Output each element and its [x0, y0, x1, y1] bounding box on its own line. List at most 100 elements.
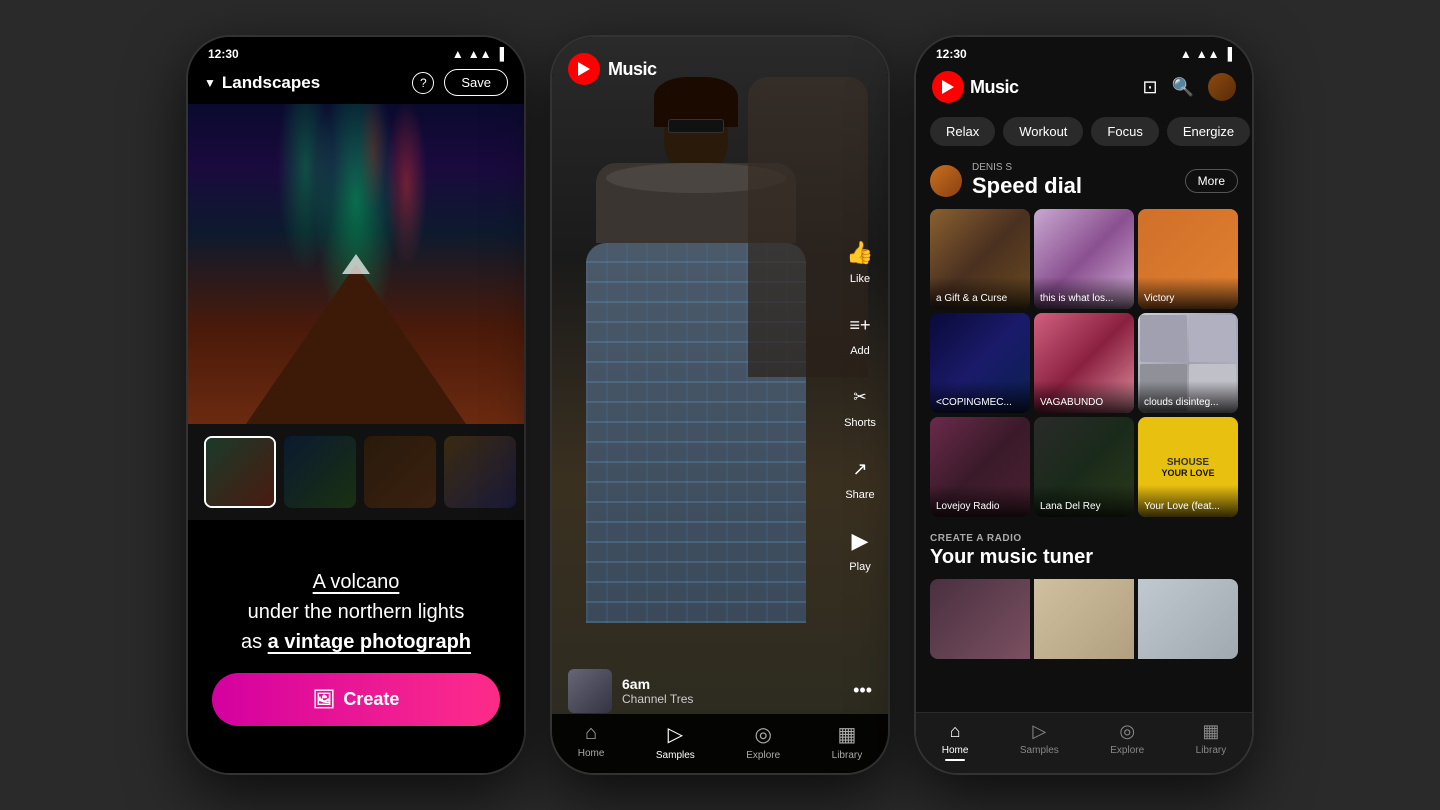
sd-label-2: this is what los...: [1034, 277, 1134, 309]
thumbnail-strip: [188, 424, 524, 520]
sd-item-8[interactable]: Lana Del Rey: [1034, 417, 1134, 517]
samples-icon: ▷: [668, 722, 683, 747]
nav-library-3[interactable]: ▦ Library: [1196, 721, 1227, 761]
shorts-action[interactable]: ✂ Shorts: [844, 381, 876, 429]
sd-item-6[interactable]: clouds disinteg...: [1138, 313, 1238, 413]
nav-explore-label-3: Explore: [1110, 745, 1144, 756]
library-icon-3: ▦: [1202, 721, 1219, 742]
radio-thumb-1: [930, 579, 1030, 659]
thumbnail-1[interactable]: [204, 436, 276, 508]
play-icon: ▶: [844, 525, 876, 557]
user-avatar-small: [930, 165, 962, 197]
image-create-icon: 🖼: [313, 689, 336, 710]
nav-samples-2[interactable]: ▷ Samples: [656, 722, 695, 761]
radio-thumb-3: [1138, 579, 1238, 659]
cast-icon[interactable]: ⊡: [1142, 77, 1157, 98]
nav-library-label-3: Library: [1196, 745, 1227, 756]
p3-header: Music ⊡ 🔍: [916, 65, 1252, 111]
p3-bottom-nav: ⌂ Home ▷ Samples ◎ Explore ▦ Library: [916, 712, 1252, 773]
more-button[interactable]: More: [1185, 169, 1238, 193]
play-action[interactable]: ▶ Play: [844, 525, 876, 573]
section-title-speed-dial: Speed dial: [972, 173, 1175, 199]
track-info: 6am Channel Tres: [568, 669, 808, 713]
status-bar-2: 12:30 ▲▲▐: [552, 37, 888, 65]
sd-label-6: clouds disinteg...: [1138, 381, 1238, 413]
chip-focus[interactable]: Focus: [1091, 117, 1158, 146]
thumbnail-4[interactable]: [444, 436, 516, 508]
speed-dial-header: DENIS S Speed dial More: [930, 162, 1238, 199]
play-label: Play: [849, 561, 870, 573]
ai-generated-image: [188, 104, 524, 424]
status-time-3: 12:30: [936, 47, 967, 61]
sd-item-1[interactable]: a Gift & a Curse: [930, 209, 1030, 309]
battery-icon-3: ▐: [1223, 47, 1232, 61]
phone-2-yt-music-video: 12:30 ▲▲▐ Music: [550, 35, 890, 775]
status-time-1: 12:30: [208, 47, 239, 61]
add-icon: ≡+: [844, 309, 876, 341]
radio-section-title: Your music tuner: [930, 546, 1238, 569]
status-icons-1: ▲ ▲▲ ▐: [452, 47, 504, 61]
save-button[interactable]: Save: [444, 69, 508, 96]
radio-section: CREATE A RADIO Your music tuner: [916, 527, 1252, 669]
shorts-icon: ✂: [844, 381, 876, 413]
wifi-icon-3: ▲: [1180, 47, 1192, 61]
explore-icon-3: ◎: [1119, 721, 1135, 742]
sd-label-4: <COPINGMEC...: [930, 381, 1030, 413]
nav-library-label-2: Library: [832, 750, 863, 761]
nav-home-label-3: Home: [942, 745, 969, 756]
video-actions: 👍 Like ≡+ Add ✂ Shorts ↗ Share: [844, 237, 876, 573]
chip-workout[interactable]: Workout: [1003, 117, 1083, 146]
shorts-label: Shorts: [844, 417, 876, 429]
sd-item-4[interactable]: <COPINGMEC...: [930, 313, 1030, 413]
sd-label-1: a Gift & a Curse: [930, 277, 1030, 309]
chip-energize[interactable]: Energize: [1167, 117, 1250, 146]
home-icon: ⌂: [585, 722, 597, 745]
radio-thumbnails[interactable]: [930, 579, 1238, 659]
more-options-button[interactable]: •••: [853, 680, 872, 701]
track-thumbnail: [568, 669, 612, 713]
nav-samples-3[interactable]: ▷ Samples: [1020, 721, 1059, 761]
track-title: 6am: [622, 676, 693, 692]
nav-home-3[interactable]: ⌂ Home: [942, 721, 969, 761]
sd-item-7[interactable]: Lovejoy Radio: [930, 417, 1030, 517]
nav-home-label-2: Home: [578, 748, 605, 759]
p3-scroll-area[interactable]: DENIS S Speed dial More a Gift & a Curse: [916, 156, 1252, 712]
signal-icon-3: ▲▲: [1196, 47, 1220, 61]
user-avatar-3[interactable]: [1208, 73, 1236, 101]
help-icon[interactable]: ?: [412, 72, 434, 94]
nav-library-2[interactable]: ▦ Library: [832, 722, 863, 761]
prompt-line-2[interactable]: under the northern lights: [248, 601, 465, 623]
prompt-line-4[interactable]: a vintage photograph: [268, 631, 471, 653]
share-icon: ↗: [844, 453, 876, 485]
sd-item-3[interactable]: Victory: [1138, 209, 1238, 309]
nav-home-2[interactable]: ⌂ Home: [578, 722, 605, 761]
sd-item-9[interactable]: SHOUSE YOUR LOVE Your Love (feat...: [1138, 417, 1238, 517]
video-player[interactable]: 👍 Like ≡+ Add ✂ Shorts ↗ Share: [552, 37, 888, 773]
prompt-line-1[interactable]: A volcano: [313, 571, 400, 593]
like-action[interactable]: 👍 Like: [844, 237, 876, 285]
sd-item-2[interactable]: this is what los...: [1034, 209, 1134, 309]
phone-3-yt-music-home: 12:30 ▲ ▲▲ ▐ Music ⊡ 🔍: [914, 35, 1254, 775]
signal-icon: ▲▲: [468, 47, 492, 61]
track-artist: Channel Tres: [622, 692, 693, 706]
category-label: Landscapes: [222, 73, 320, 93]
sd-label-8: Lana Del Rey: [1034, 485, 1134, 517]
like-icon: 👍: [844, 237, 876, 269]
create-button[interactable]: 🖼 Create: [212, 673, 500, 726]
search-icon[interactable]: 🔍: [1172, 77, 1194, 98]
prompt-as[interactable]: as: [241, 631, 262, 653]
samples-icon-3: ▷: [1032, 721, 1046, 742]
sd-label-7: Lovejoy Radio: [930, 485, 1030, 517]
p1-category-selector[interactable]: ▼ Landscapes: [204, 73, 412, 93]
active-indicator: [945, 759, 965, 761]
chip-relax[interactable]: Relax: [930, 117, 995, 146]
nav-explore-2[interactable]: ◎ Explore: [746, 722, 780, 761]
sd-item-5[interactable]: VAGABUNDO: [1034, 313, 1134, 413]
like-label: Like: [850, 273, 870, 285]
battery-icon: ▐: [495, 47, 504, 61]
thumbnail-2[interactable]: [284, 436, 356, 508]
thumbnail-3[interactable]: [364, 436, 436, 508]
nav-explore-3[interactable]: ◎ Explore: [1110, 721, 1144, 761]
share-action[interactable]: ↗ Share: [844, 453, 876, 501]
add-action[interactable]: ≡+ Add: [844, 309, 876, 357]
